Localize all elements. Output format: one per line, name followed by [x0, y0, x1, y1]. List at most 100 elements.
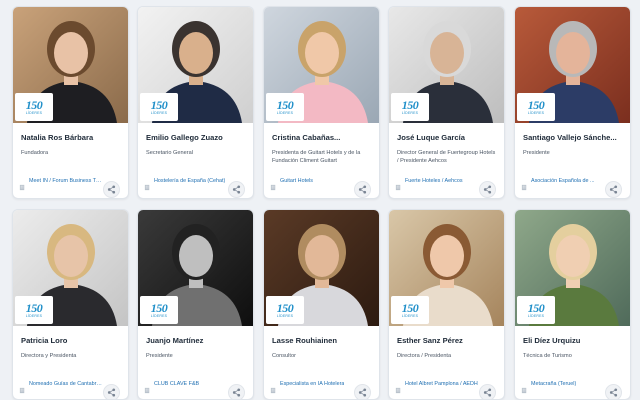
badge-number: 150 — [527, 300, 545, 315]
share-button[interactable] — [354, 384, 371, 399]
share-button[interactable] — [354, 181, 371, 198]
badge-number: 150 — [276, 300, 294, 315]
leader-name[interactable]: Juanjo Martínez — [146, 336, 247, 345]
profile-photo-frame[interactable]: 150 LÍDERES — [138, 7, 253, 123]
organization-link[interactable]: CLUB CLAVE F&B — [144, 379, 227, 393]
organization-link[interactable]: Meet IN / Forum Business Travel ... — [19, 176, 102, 190]
leader-name[interactable]: Emilio Gallego Zuazo — [146, 133, 247, 142]
leader-name[interactable]: Natalia Ros Bárbara — [21, 133, 122, 142]
leader-name[interactable]: Santiago Vallejo Sánche... — [523, 133, 624, 142]
organization-link[interactable]: Asociación Española de ... — [521, 176, 604, 190]
organization-link[interactable]: Guitart Hotels — [270, 176, 353, 190]
profile-photo-frame[interactable]: 150 LÍDERES — [13, 210, 128, 326]
share-button[interactable] — [605, 384, 622, 399]
leader-card[interactable]: 150 LÍDERES Esther Sanz Pérez Directora … — [388, 209, 505, 400]
organization-link[interactable]: Hostelería de España (Cehat) — [144, 176, 227, 190]
profile-photo-frame[interactable]: 150 LÍDERES — [264, 210, 379, 326]
share-button[interactable] — [228, 181, 245, 198]
leader-role: Directora y Presidenta — [21, 353, 77, 359]
organization-link[interactable]: Especialista en IA Hotelera — [270, 379, 353, 393]
badge-caption: LÍDERES — [150, 110, 168, 115]
leader-card[interactable]: 150 LÍDERES Juanjo Martínez Presidente C… — [137, 209, 254, 400]
organization-name[interactable]: Fuerte Hoteles / Aehcos — [405, 178, 463, 184]
leaders-grid: 150 LÍDERES Natalia Ros Bárbara Fundador… — [0, 0, 640, 400]
leader-card[interactable]: 150 LÍDERES José Luque García Director G… — [388, 6, 505, 199]
profile-photo-frame[interactable]: 150 LÍDERES — [264, 7, 379, 123]
badge-caption: LÍDERES — [401, 110, 419, 115]
150-leaders-badge: 150 LÍDERES — [517, 296, 555, 324]
share-button[interactable] — [228, 384, 245, 399]
share-button[interactable] — [103, 181, 120, 198]
leader-role: Presidenta de Guitart Hotels y de la Fun… — [272, 150, 361, 164]
share-button[interactable] — [479, 181, 496, 198]
150-leaders-badge: 150 LÍDERES — [140, 296, 178, 324]
badge-number: 150 — [25, 97, 43, 112]
leader-name[interactable]: Cristina Cabañas... — [272, 133, 373, 142]
leader-role: Director General de Fuertegroup Hotels /… — [397, 150, 496, 164]
badge-caption: LÍDERES — [25, 313, 43, 318]
profile-photo-frame[interactable]: 150 LÍDERES — [389, 210, 504, 326]
building-icon — [521, 381, 528, 393]
leader-name[interactable]: Patricia Loro — [21, 336, 122, 345]
leader-card[interactable]: 150 LÍDERES Lasse Rouhiainen Consultor E… — [263, 209, 380, 400]
building-icon — [270, 178, 277, 190]
leader-role: Técnica de Turismo — [523, 353, 572, 359]
organization-name[interactable]: CLUB CLAVE F&B — [154, 381, 199, 387]
profile-photo-frame[interactable]: 150 LÍDERES — [515, 7, 630, 123]
organization-name[interactable]: Asociación Española de ... — [531, 178, 595, 184]
organization-name[interactable]: Meet IN / Forum Business Travel ... — [29, 178, 102, 184]
leader-card[interactable]: 150 LÍDERES Cristina Cabañas... Presiden… — [263, 6, 380, 199]
profile-photo-frame[interactable]: 150 LÍDERES — [13, 7, 128, 123]
share-icon — [483, 388, 492, 397]
150-leaders-badge: 150 LÍDERES — [266, 93, 304, 121]
150-leaders-badge: 150 LÍDERES — [266, 296, 304, 324]
share-icon — [107, 388, 116, 397]
share-icon — [107, 185, 116, 194]
leader-card[interactable]: 150 LÍDERES Santiago Vallejo Sánche... P… — [514, 6, 631, 199]
organization-name[interactable]: Hotel Albret Pamplona / AEDH — [405, 381, 478, 387]
leader-card[interactable]: 150 LÍDERES Patricia Loro Directora y Pr… — [12, 209, 129, 400]
share-button[interactable] — [103, 384, 120, 399]
leader-name[interactable]: Esther Sanz Pérez — [397, 336, 498, 345]
150-leaders-badge: 150 LÍDERES — [15, 296, 53, 324]
leader-name[interactable]: José Luque García — [397, 133, 498, 142]
leader-role: Secretario General — [146, 150, 193, 156]
badge-number: 150 — [401, 97, 419, 112]
organization-link[interactable]: Nomeado Guías de Cantabria / ... — [19, 379, 102, 393]
profile-photo-frame[interactable]: 150 LÍDERES — [138, 210, 253, 326]
150-leaders-badge: 150 LÍDERES — [140, 93, 178, 121]
badge-number: 150 — [25, 300, 43, 315]
badge-caption: LÍDERES — [401, 313, 419, 318]
leader-card[interactable]: 150 LÍDERES Eli Díez Urquizu Técnica de … — [514, 209, 631, 400]
badge-number: 150 — [150, 97, 168, 112]
organization-name[interactable]: Nomeado Guías de Cantabria / ... — [29, 381, 102, 387]
building-icon — [521, 178, 528, 190]
organization-name[interactable]: Guitart Hotels — [280, 178, 313, 184]
organization-name[interactable]: Metacraña (Teruel) — [531, 381, 576, 387]
organization-link[interactable]: Hotel Albret Pamplona / AEDH — [395, 379, 478, 393]
building-icon — [19, 381, 26, 393]
badge-number: 150 — [401, 300, 419, 315]
badge-caption: LÍDERES — [150, 313, 168, 318]
organization-link[interactable]: Metacraña (Teruel) — [521, 379, 604, 393]
organization-link[interactable]: Fuerte Hoteles / Aehcos — [395, 176, 478, 190]
leader-role: Presidente — [523, 150, 550, 156]
share-button[interactable] — [605, 181, 622, 198]
profile-photo-frame[interactable]: 150 LÍDERES — [515, 210, 630, 326]
share-button[interactable] — [479, 384, 496, 399]
leader-card[interactable]: 150 LÍDERES Emilio Gallego Zuazo Secreta… — [137, 6, 254, 199]
leader-name[interactable]: Eli Díez Urquizu — [523, 336, 624, 345]
leader-name[interactable]: Lasse Rouhiainen — [272, 336, 373, 345]
leader-role: Fundadora — [21, 150, 49, 156]
organization-name[interactable]: Hostelería de España (Cehat) — [154, 178, 225, 184]
badge-caption: LÍDERES — [25, 110, 43, 115]
150-leaders-badge: 150 LÍDERES — [517, 93, 555, 121]
building-icon — [270, 381, 277, 393]
organization-name[interactable]: Especialista en IA Hotelera — [280, 381, 344, 387]
profile-photo-frame[interactable]: 150 LÍDERES — [389, 7, 504, 123]
leader-role: Consultor — [272, 353, 296, 359]
badge-caption: LÍDERES — [527, 110, 545, 115]
leader-card[interactable]: 150 LÍDERES Natalia Ros Bárbara Fundador… — [12, 6, 129, 199]
share-icon — [358, 388, 367, 397]
badge-caption: LÍDERES — [276, 313, 294, 318]
